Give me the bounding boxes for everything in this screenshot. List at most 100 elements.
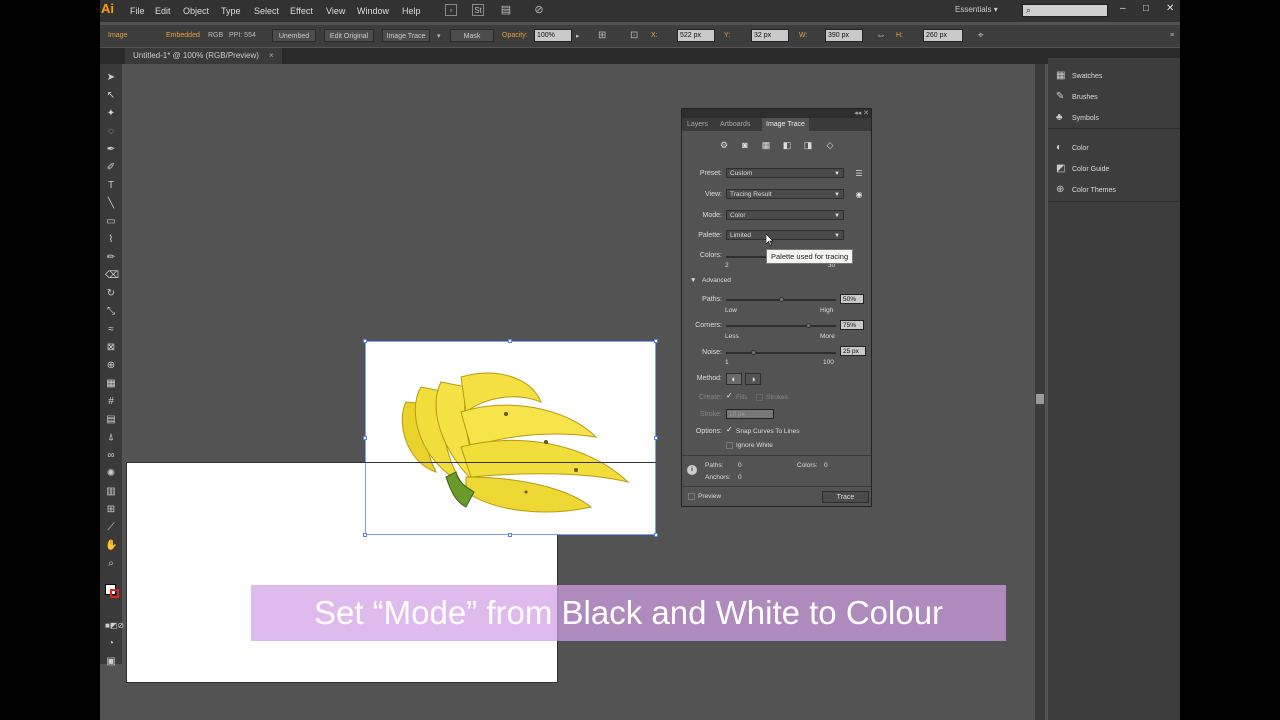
close-button[interactable]: ✕ — [1166, 3, 1174, 14]
corners-slider-knob[interactable] — [806, 323, 811, 328]
advanced-toggle-icon[interactable]: ▼ — [690, 277, 696, 284]
zoom-tool-icon[interactable]: ⌕ — [105, 558, 117, 570]
dock-color[interactable]: ◐ Color — [1056, 142, 1089, 153]
opacity-input[interactable]: 100% — [534, 29, 572, 42]
symbol-sprayer-tool-icon[interactable]: ✺ — [105, 468, 117, 480]
menu-type[interactable]: Type — [221, 6, 241, 16]
screen-mode-icon[interactable]: ▣ — [105, 656, 117, 668]
free-transform-tool-icon[interactable]: ⊠ — [105, 342, 117, 354]
artboard-tool-icon[interactable]: ⊞ — [105, 504, 117, 516]
arrange-documents-icon[interactable]: ▤ — [500, 4, 512, 16]
stroke-value-input[interactable]: 10 px — [726, 409, 774, 419]
menu-effect[interactable]: Effect — [290, 6, 313, 16]
unembed-button[interactable]: Unembed — [272, 29, 316, 42]
tab-layers[interactable]: Layers — [687, 121, 708, 128]
column-graph-tool-icon[interactable]: ▥ — [105, 486, 117, 498]
mode-dropdown[interactable]: Color ▼ — [726, 210, 844, 220]
pencil-tool-icon[interactable]: ✏ — [105, 252, 117, 264]
eraser-tool-icon[interactable]: ⌫ — [105, 270, 119, 282]
stroke-swatch[interactable] — [110, 589, 119, 598]
selection-handle-tr[interactable] — [654, 339, 658, 343]
selection-handle-mr[interactable] — [654, 436, 658, 440]
rectangle-tool-icon[interactable]: ▭ — [105, 216, 117, 228]
dock-swatches[interactable]: ▦ Swatches — [1056, 70, 1102, 81]
snap-curves-checkmark-icon[interactable]: ✓ — [726, 425, 733, 434]
grayscale-preset-icon[interactable]: ◧ — [782, 140, 792, 150]
y-input[interactable]: 32 px — [751, 29, 789, 42]
panel-collapse-close-icons[interactable]: ◂◂ ✕ — [854, 110, 869, 117]
dock-brushes[interactable]: ✎ Brushes — [1056, 91, 1098, 102]
image-trace-button[interactable]: Image Trace — [382, 29, 430, 42]
preset-dropdown[interactable]: Custom ▼ — [726, 168, 844, 178]
magic-wand-tool-icon[interactable]: ✦ — [105, 108, 117, 120]
eyedropper-tool-icon[interactable]: ⍋ — [105, 432, 117, 444]
dock-color-guide[interactable]: ◩ Color Guide — [1056, 163, 1109, 174]
view-dropdown[interactable]: Tracing Result ▼ — [726, 189, 844, 199]
trace-button[interactable]: Trace — [822, 491, 869, 503]
black-white-preset-icon[interactable]: ◨ — [803, 140, 813, 150]
gradient-tool-icon[interactable]: ▤ — [105, 414, 117, 426]
document-tab[interactable]: Untitled-1* @ 100% (RGB/Preview) × — [125, 48, 282, 64]
selection-handle-ml[interactable] — [363, 436, 367, 440]
blend-tool-icon[interactable]: ∞ — [105, 450, 117, 462]
gpu-performance-icon[interactable]: ⊘ — [533, 4, 545, 16]
curvature-tool-icon[interactable]: ✐ — [105, 162, 117, 174]
corners-value-input[interactable]: 75% — [840, 320, 864, 330]
abutting-method-icon[interactable]: ◐ — [726, 373, 742, 385]
selection-handle-bl[interactable] — [363, 533, 367, 537]
search-help-input[interactable]: ⌕ — [1022, 4, 1108, 17]
paths-slider-knob[interactable] — [778, 297, 784, 302]
opacity-arrow-icon[interactable]: ▸ — [576, 32, 580, 40]
minimize-button[interactable]: – — [1120, 3, 1126, 14]
preview-checkbox[interactable] — [688, 493, 695, 500]
tab-image-trace[interactable]: Image Trace — [762, 118, 809, 134]
scale-tool-icon[interactable]: ⤡ — [105, 306, 117, 318]
menu-object[interactable]: Object — [183, 6, 209, 16]
maximize-button[interactable]: □ — [1143, 3, 1149, 14]
menu-edit[interactable]: Edit — [155, 6, 171, 16]
pen-tool-icon[interactable]: ✒ — [105, 144, 117, 156]
outline-preset-icon[interactable]: ◇ — [825, 140, 835, 150]
embedded-status[interactable]: Embedded — [166, 32, 200, 39]
overlapping-method-icon[interactable]: ◑ — [745, 373, 761, 385]
selection-handle-bc[interactable] — [508, 533, 512, 537]
ignore-white-checkbox[interactable] — [726, 442, 733, 449]
stock-icon[interactable]: St — [472, 4, 484, 16]
placed-banana-image[interactable] — [226, 339, 658, 537]
paths-value-input[interactable]: 50% — [840, 294, 864, 304]
mesh-tool-icon[interactable]: # — [105, 396, 117, 408]
selection-handle-br[interactable] — [654, 533, 658, 537]
vertical-scrollbar[interactable] — [1035, 64, 1045, 720]
type-tool-icon[interactable]: T — [105, 180, 117, 192]
high-color-preset-icon[interactable]: ◙ — [740, 140, 750, 150]
trace-preset-arrow-icon[interactable]: ▾ — [437, 32, 441, 40]
strokes-checkbox[interactable] — [756, 394, 763, 401]
dock-color-themes[interactable]: ⊕ Color Themes — [1056, 184, 1116, 195]
low-color-preset-icon[interactable]: ▦ — [761, 140, 771, 150]
noise-value-input[interactable]: 25 px — [840, 346, 866, 356]
scrollbar-thumb[interactable] — [1036, 394, 1044, 404]
control-bar-menu-icon[interactable]: ≡ — [1170, 32, 1174, 39]
shape-builder-tool-icon[interactable]: ⊕ — [105, 360, 117, 372]
preset-menu-icon[interactable]: ☰ — [854, 169, 864, 179]
h-input[interactable]: 260 px — [923, 29, 963, 42]
perspective-grid-tool-icon[interactable]: ▦ — [105, 378, 117, 390]
bridge-icon[interactable]: ▫ — [445, 4, 457, 16]
slice-tool-icon[interactable]: ⟋ — [105, 522, 117, 534]
close-tab-icon[interactable]: × — [269, 51, 274, 60]
paintbrush-tool-icon[interactable]: ⌇ — [105, 234, 117, 246]
noise-slider-knob[interactable] — [751, 350, 756, 355]
menu-view[interactable]: View — [326, 6, 345, 16]
edit-original-button[interactable]: Edit Original — [324, 29, 374, 42]
palette-dropdown[interactable]: Limited ▼ — [726, 230, 844, 240]
selection-handle-tc[interactable] — [508, 339, 512, 343]
menu-select[interactable]: Select — [254, 6, 279, 16]
snap-curves-label[interactable]: Snap Curves To Lines — [736, 428, 799, 435]
workspace-switcher[interactable]: Essentials ▾ — [955, 5, 998, 14]
w-input[interactable]: 390 px — [825, 29, 863, 42]
noise-slider[interactable] — [726, 352, 836, 354]
dock-symbols[interactable]: ♣ Symbols — [1056, 112, 1099, 123]
advanced-label[interactable]: Advanced — [702, 277, 731, 284]
direct-selection-tool-icon[interactable]: ↖ — [105, 90, 117, 102]
lasso-tool-icon[interactable]: ◌ — [105, 126, 117, 138]
